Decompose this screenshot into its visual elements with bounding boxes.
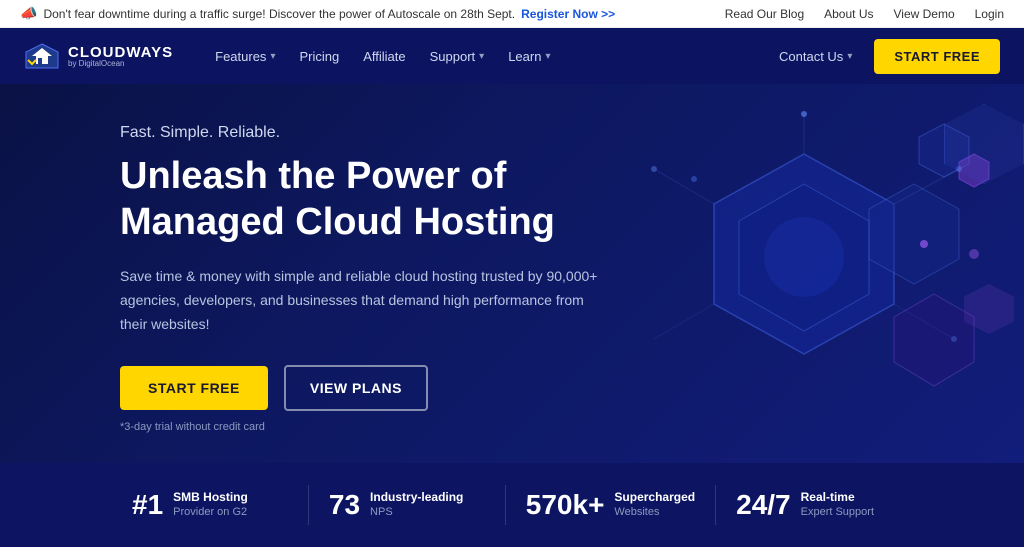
stat-websites: 570k+ Supercharged Websites bbox=[506, 489, 715, 521]
about-us-link[interactable]: About Us bbox=[824, 7, 873, 21]
hero-content: Fast. Simple. Reliable. Unleash the Powe… bbox=[120, 124, 600, 433]
stat-support: 24/7 Real-time Expert Support bbox=[716, 489, 912, 521]
megaphone-icon: 📣 bbox=[20, 5, 37, 22]
hero-start-free-button[interactable]: START FREE bbox=[120, 366, 268, 410]
stat-nps: 73 Industry-leading NPS bbox=[309, 489, 505, 521]
logo-brand: CLOUDWAYS bbox=[68, 45, 173, 60]
nav-learn[interactable]: Learn ▾ bbox=[498, 41, 560, 72]
navbar-left: CLOUDWAYS by DigitalOcean Features ▾ Pri… bbox=[24, 41, 560, 72]
login-link[interactable]: Login bbox=[975, 7, 1004, 21]
stat-label-2: Industry-leading NPS bbox=[370, 490, 463, 520]
nav-affiliate[interactable]: Affiliate bbox=[353, 41, 415, 72]
stat-label-4: Real-time Expert Support bbox=[801, 490, 874, 520]
logo[interactable]: CLOUDWAYS by DigitalOcean bbox=[24, 42, 173, 70]
hero-title: Unleash the Power ofManaged Cloud Hostin… bbox=[120, 154, 600, 245]
hero-tagline: Fast. Simple. Reliable. bbox=[120, 124, 600, 142]
logo-text: CLOUDWAYS by DigitalOcean bbox=[68, 45, 173, 68]
hero-section: Fast. Simple. Reliable. Unleash the Powe… bbox=[0, 84, 1024, 463]
hero-description: Save time & money with simple and reliab… bbox=[120, 265, 600, 336]
stat-number-1: #1 bbox=[132, 489, 163, 521]
stat-number-4: 24/7 bbox=[736, 489, 791, 521]
stat-label-1: SMB Hosting Provider on G2 bbox=[173, 490, 248, 520]
nav-support[interactable]: Support ▾ bbox=[420, 41, 495, 72]
announcement-right: Read Our Blog About Us View Demo Login bbox=[725, 7, 1004, 21]
learn-chevron-icon: ▾ bbox=[545, 51, 550, 62]
hero-buttons: START FREE VIEW PLANS bbox=[120, 365, 600, 411]
nav-features[interactable]: Features ▾ bbox=[205, 41, 285, 72]
logo-icon bbox=[24, 42, 60, 70]
stat-number-2: 73 bbox=[329, 489, 360, 521]
hero-view-plans-button[interactable]: VIEW PLANS bbox=[284, 365, 428, 411]
stat-label-3: Supercharged Websites bbox=[614, 490, 695, 520]
logo-sub: by DigitalOcean bbox=[68, 60, 173, 68]
read-blog-link[interactable]: Read Our Blog bbox=[725, 7, 804, 21]
support-chevron-icon: ▾ bbox=[479, 51, 484, 62]
stat-smb: #1 SMB Hosting Provider on G2 bbox=[112, 489, 308, 521]
trial-note: *3-day trial without credit card bbox=[120, 421, 600, 433]
contact-us-button[interactable]: Contact Us ▾ bbox=[769, 41, 862, 72]
announcement-left: 📣 Don't fear downtime during a traffic s… bbox=[20, 5, 615, 22]
nav-pricing[interactable]: Pricing bbox=[289, 41, 349, 72]
contact-chevron-icon: ▾ bbox=[847, 51, 852, 62]
main-navbar: CLOUDWAYS by DigitalOcean Features ▾ Pri… bbox=[0, 28, 1024, 84]
features-chevron-icon: ▾ bbox=[270, 51, 275, 62]
view-demo-link[interactable]: View Demo bbox=[893, 7, 954, 21]
announcement-text: Don't fear downtime during a traffic sur… bbox=[43, 7, 515, 21]
nav-links: Features ▾ Pricing Affiliate Support ▾ L… bbox=[205, 41, 560, 72]
navbar-start-free-button[interactable]: START FREE bbox=[874, 39, 1000, 74]
stat-number-3: 570k+ bbox=[526, 489, 605, 521]
stats-bar: #1 SMB Hosting Provider on G2 73 Industr… bbox=[0, 463, 1024, 547]
announcement-bar: 📣 Don't fear downtime during a traffic s… bbox=[0, 0, 1024, 28]
stats-container: #1 SMB Hosting Provider on G2 73 Industr… bbox=[112, 485, 912, 525]
register-now-link[interactable]: Register Now >> bbox=[521, 7, 615, 21]
navbar-right: Contact Us ▾ START FREE bbox=[769, 39, 1000, 74]
